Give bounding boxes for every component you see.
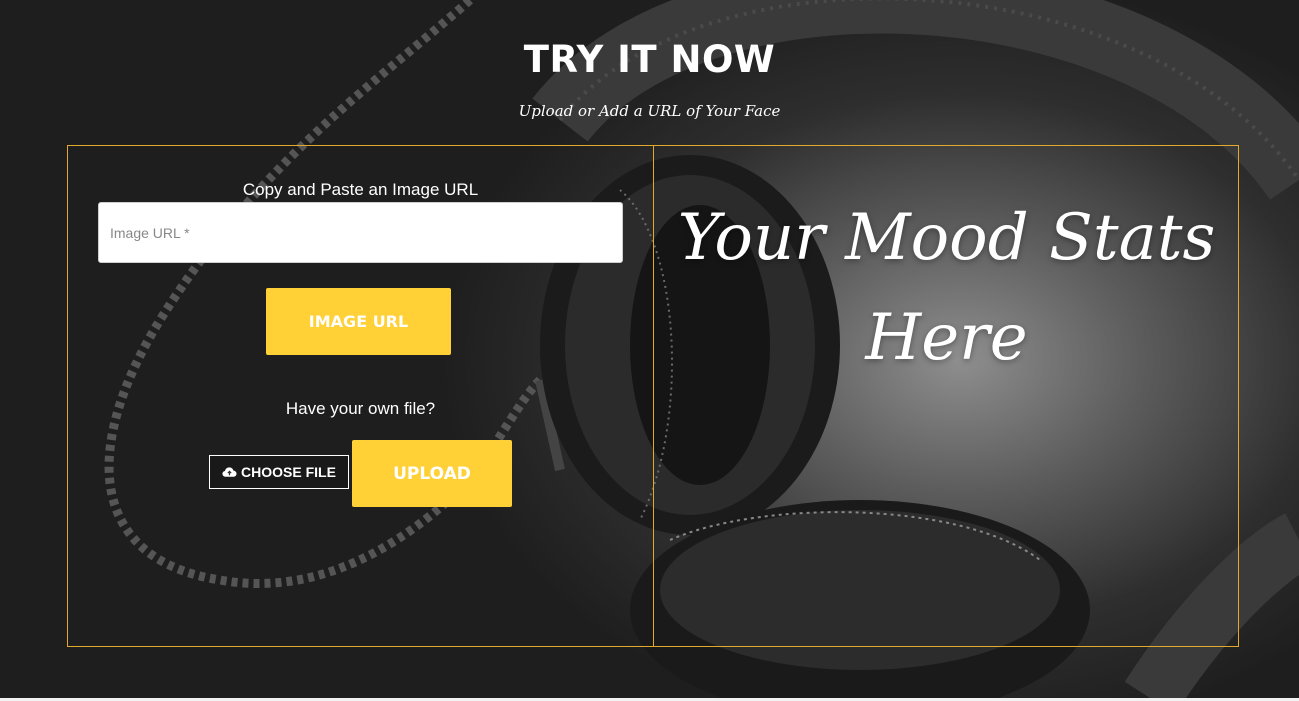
mood-stats-line-1: Your Mood Stats xyxy=(677,201,1216,275)
choose-file-button[interactable]: CHOOSE FILE xyxy=(209,455,349,489)
page-title: TRY IT NOW xyxy=(523,38,776,81)
image-url-button[interactable]: IMAGE URL xyxy=(266,288,451,355)
try-it-now-section: TRY IT NOW Upload or Add a URL of Your F… xyxy=(0,0,1299,698)
mood-stats-placeholder: Your Mood Stats Here xyxy=(654,188,1239,388)
image-url-label: Copy and Paste an Image URL xyxy=(242,180,479,199)
mood-stats-line-2: Here xyxy=(865,301,1028,375)
choose-file-label: CHOOSE FILE xyxy=(241,464,336,480)
upload-button[interactable]: UPLOAD xyxy=(352,440,512,507)
own-file-label: Have your own file? xyxy=(285,399,436,418)
page-subtitle: Upload or Add a URL of Your Face xyxy=(518,102,781,120)
cloud-upload-icon xyxy=(222,467,237,477)
mood-stats-panel: Your Mood Stats Here xyxy=(653,145,1239,647)
image-url-input[interactable] xyxy=(98,202,623,263)
upload-panel: Copy and Paste an Image URL IMAGE URL Ha… xyxy=(67,145,654,647)
